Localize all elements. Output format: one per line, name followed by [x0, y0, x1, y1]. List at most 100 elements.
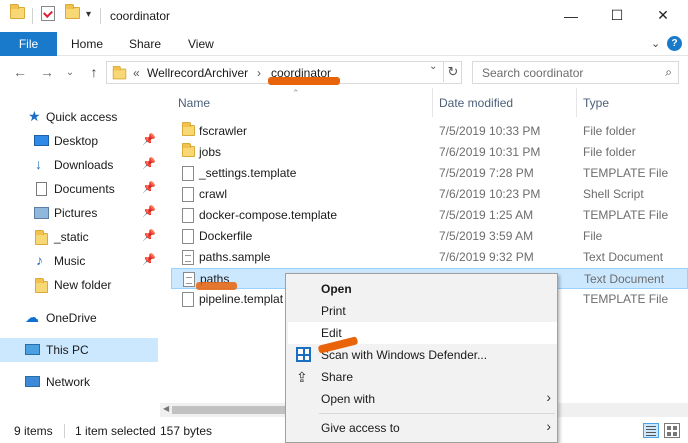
sidebar-item-label: Music: [54, 254, 86, 268]
sidebar-item-label: Pictures: [54, 206, 98, 220]
file-date: 7/5/2019 10:33 PM: [439, 124, 541, 138]
file-row-docker-compose-template[interactable]: docker-compose.template 7/5/2019 1:25 AM…: [171, 205, 688, 226]
sidebar-item-new-folder[interactable]: New folder: [0, 273, 158, 297]
scroll-left-icon[interactable]: ◀: [163, 404, 169, 413]
refresh-button[interactable]: ↻: [443, 61, 462, 82]
title-bar: ▾ coordinator — ☐ ✕: [0, 0, 688, 32]
breadcrumb-separator[interactable]: ›: [257, 66, 261, 80]
pictures-icon: [34, 207, 49, 219]
star-icon: ★: [28, 108, 41, 124]
sidebar-item-label: Downloads: [54, 158, 114, 172]
sidebar-item-documents[interactable]: Documents 📌: [0, 177, 158, 201]
network-icon: [25, 376, 40, 387]
file-type: Text Document: [583, 250, 664, 264]
sidebar-item-label: Documents: [54, 182, 115, 196]
properties-icon[interactable]: [41, 6, 55, 21]
file-date: 7/5/2019 1:25 AM: [439, 208, 534, 222]
new-folder-icon[interactable]: [65, 4, 80, 19]
file-date: 7/5/2019 3:59 AM: [439, 229, 534, 243]
annotation-highlight-mark: [196, 282, 237, 290]
pin-icon[interactable]: 📌: [142, 133, 156, 146]
music-icon: ♪: [36, 252, 43, 268]
file-name: fscrawler: [199, 124, 248, 138]
folder-icon: [182, 122, 195, 136]
file-row-paths-sample[interactable]: paths.sample 7/6/2019 9:32 PM Text Docum…: [171, 247, 688, 268]
sidebar-item-music[interactable]: ♪ Music 📌: [0, 249, 158, 273]
file-name: jobs: [199, 145, 222, 159]
back-button[interactable]: ←: [11, 62, 29, 82]
file-row-dockerfile[interactable]: Dockerfile 7/5/2019 3:59 AM File: [171, 226, 688, 247]
forward-button[interactable]: →: [38, 62, 56, 82]
recent-locations-chevron-icon[interactable]: ⌄: [64, 62, 76, 82]
sidebar-item-label: New folder: [54, 278, 112, 292]
sidebar-item-network[interactable]: Network: [0, 370, 158, 394]
column-header-name[interactable]: Name: [178, 96, 210, 110]
menu-item-label: Open: [321, 282, 352, 296]
pin-icon[interactable]: 📌: [142, 181, 156, 194]
context-menu: Open Print Edit Scan with Windows Defend…: [285, 273, 558, 443]
up-button[interactable]: ↑: [85, 62, 103, 82]
breadcrumb-overflow[interactable]: «: [133, 66, 140, 80]
text-file-icon: [183, 272, 195, 288]
breadcrumb-wellrecordarchiver[interactable]: WellrecordArchiver: [147, 66, 248, 80]
sidebar-item-onedrive[interactable]: ☁ OneDrive: [0, 306, 158, 330]
folder-icon: [35, 278, 48, 293]
file-icon: [182, 208, 194, 224]
documents-icon: [36, 182, 47, 196]
file-type: Text Document: [584, 272, 665, 286]
sidebar-item-quick-access[interactable]: ★ Quick access: [0, 105, 158, 129]
address-dropdown-chevron-icon[interactable]: ⌄: [429, 61, 437, 72]
search-input[interactable]: Search coordinator ⌕: [472, 61, 679, 84]
menu-item-open[interactable]: Open: [288, 278, 557, 300]
file-type: File: [583, 229, 603, 243]
menu-item-give-access[interactable]: Give access to ›: [288, 417, 557, 439]
tab-view[interactable]: View: [188, 37, 214, 51]
sidebar-item-label: _static: [54, 230, 89, 244]
file-icon: [182, 292, 194, 308]
sidebar-item-desktop[interactable]: Desktop 📌: [0, 129, 158, 153]
tab-share[interactable]: Share: [129, 37, 161, 51]
sidebar-item-pictures[interactable]: Pictures 📌: [0, 201, 158, 225]
submenu-arrow-icon: ›: [546, 418, 551, 434]
expand-ribbon-chevron-icon[interactable]: ⌄: [651, 37, 660, 50]
pin-icon[interactable]: 📌: [142, 253, 156, 266]
folder-icon: [112, 65, 127, 80]
menu-item-print[interactable]: Print: [288, 300, 557, 322]
sidebar-item-this-pc[interactable]: This PC: [0, 338, 158, 362]
tab-home[interactable]: Home: [71, 37, 103, 51]
column-divider[interactable]: [432, 88, 433, 117]
tab-file[interactable]: File: [0, 32, 57, 56]
sidebar-item-static[interactable]: _static 📌: [0, 225, 158, 249]
file-row-fscrawler[interactable]: fscrawler 7/5/2019 10:33 PM File folder: [171, 121, 688, 142]
large-icons-view-button[interactable]: [664, 423, 680, 438]
file-row-settings-template[interactable]: _settings.template 7/5/2019 7:28 PM TEMP…: [171, 163, 688, 184]
file-row-jobs[interactable]: jobs 7/6/2019 10:31 PM File folder: [171, 142, 688, 163]
help-icon[interactable]: ?: [667, 36, 682, 51]
menu-item-open-with[interactable]: Open with ›: [288, 388, 557, 410]
share-icon: ⇪: [296, 369, 308, 385]
pin-icon[interactable]: 📌: [142, 205, 156, 218]
sidebar-item-label: This PC: [46, 343, 89, 357]
navigation-pane: ★ Quick access Desktop 📌 ↓ Downloads 📌 D…: [0, 88, 160, 418]
file-row-crawl[interactable]: crawl 7/6/2019 10:23 PM Shell Script: [171, 184, 688, 205]
close-button[interactable]: ✕: [640, 0, 686, 31]
file-name: docker-compose.template: [199, 208, 338, 222]
customize-toolbar-chevron-icon[interactable]: ▾: [86, 9, 91, 20]
item-count: 9 items: [14, 424, 53, 438]
search-placeholder: Search coordinator: [482, 66, 584, 80]
minimize-button[interactable]: —: [548, 0, 594, 31]
maximize-button[interactable]: ☐: [594, 0, 640, 31]
download-icon: ↓: [35, 156, 42, 172]
pin-icon[interactable]: 📌: [142, 229, 156, 242]
menu-item-share[interactable]: ⇪ Share: [288, 366, 557, 388]
column-header-date[interactable]: Date modified: [439, 96, 513, 110]
search-icon: ⌕: [665, 65, 672, 79]
column-divider[interactable]: [576, 88, 577, 117]
pin-icon[interactable]: 📌: [142, 157, 156, 170]
details-view-button[interactable]: [643, 423, 659, 438]
sidebar-item-downloads[interactable]: ↓ Downloads 📌: [0, 153, 158, 177]
menu-item-label: Print: [321, 304, 346, 318]
column-header-type[interactable]: Type: [583, 96, 609, 110]
menu-item-edit[interactable]: Edit: [288, 322, 557, 344]
scrollbar-thumb[interactable]: [172, 406, 292, 414]
